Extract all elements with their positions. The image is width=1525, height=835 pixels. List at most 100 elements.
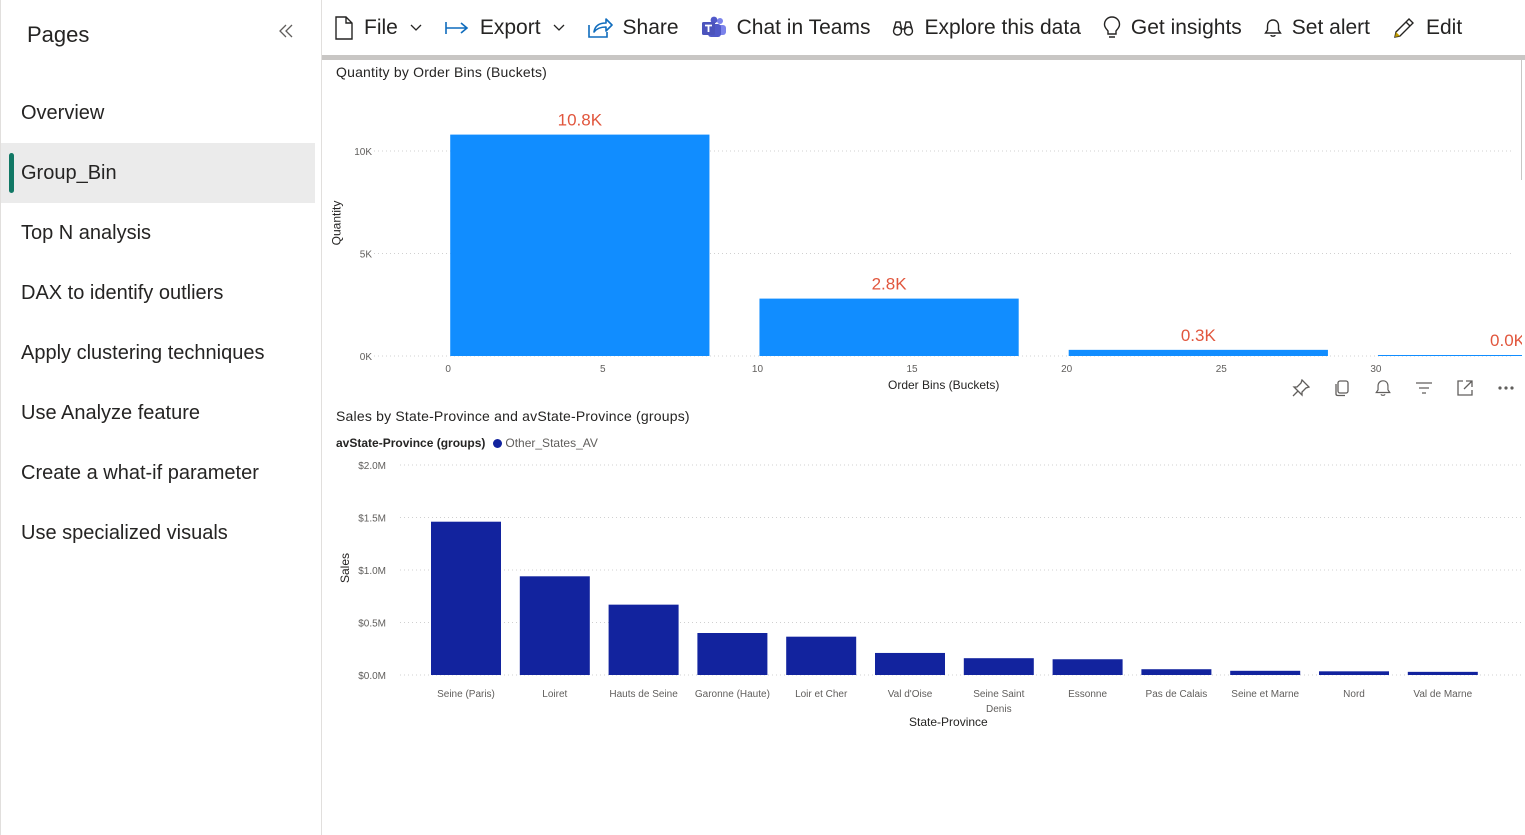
x-tick-label: Denis [986,704,1012,715]
get-insights-button[interactable]: Get insights [1103,8,1242,48]
visual-header [1280,378,1525,398]
y-tick-label: $1.5M [358,514,386,525]
chat-in-teams-button[interactable]: Chat in Teams [701,8,871,48]
bell-icon[interactable] [1362,378,1403,398]
page-tab-label: DAX to identify outliers [21,281,224,304]
page-list: Overview Group_Bin Top N analysis DAX to id… [1,83,315,563]
focus-mode-icon[interactable] [1444,378,1485,398]
quantity-by-order-bins-chart[interactable]: 0K 5K 10K 0 5 10 15 20 25 30 10.8K 2.8K 0.3K 0.0K [322,90,1522,410]
pencil-icon [1394,17,1414,38]
filter-icon[interactable] [1403,378,1444,398]
alert-label: Set alert [1291,15,1370,39]
export-label: Export [479,15,541,39]
pages-title: Pages [27,22,90,47]
page-tab[interactable]: Top N analysis [1,203,315,263]
toolbar: File Export Share Chat in Teams Explore … [322,0,1525,60]
x-tick-label: Garonne (Haute) [695,689,770,700]
x-tick-label: Seine Saint [973,689,1024,700]
x-tick-label: 0 [445,364,451,375]
file-icon [335,15,353,40]
page-tab[interactable]: Create a what-if parameter [1,443,315,503]
page-tab-label: Apply clustering techniques [21,341,265,364]
more-options-icon[interactable] [1485,378,1525,398]
chevron-down-icon [553,24,565,31]
legend-title: avState-Province (groups) [336,436,486,450]
file-label: File [364,15,398,39]
share-icon [587,17,613,38]
bar [519,576,590,675]
x-tick-label: 25 [1216,364,1228,375]
data-label: 2.8K [872,275,908,294]
x-tick-label: 10 [752,364,764,375]
page-tab[interactable]: Group_Bin [1,143,315,203]
x-tick-label: Loiret [542,689,567,700]
explore-data-button[interactable]: Explore this data [892,8,1081,48]
bar [786,636,857,675]
page-tab[interactable]: Use Analyze feature [1,383,315,443]
bar [1230,670,1301,675]
page-tab-label: Use specialized visuals [21,521,228,544]
y-tick-label: $0.5M [358,619,386,630]
x-tick-label: Hauts de Seine [609,689,678,700]
data-label: 10.8K [558,111,603,130]
bar [759,298,1019,356]
y-tick-label: 0K [360,352,373,363]
chart2-legend: avState-Province (groups) Other_States_A… [336,436,598,450]
edit-button[interactable]: Edit [1392,8,1462,48]
pages-pane: Pages Overview Group_Bin Top N analysis DAX… [0,0,322,835]
bar [875,652,945,675]
share-button[interactable]: Share [587,8,679,48]
bar [431,521,501,675]
y-tick-label: 10K [354,147,372,158]
chevron-down-icon [410,24,422,31]
collapse-pane-icon[interactable] [275,20,297,42]
copy-visual-icon[interactable] [1321,378,1362,398]
x-tick-label: Essonne [1068,689,1107,700]
set-alert-button[interactable]: Set alert [1263,8,1370,48]
sales-by-state-chart[interactable]: $0.0M $0.5M $1.0M $1.5M $2.0M Seine (Paris) Lo… [322,450,1522,720]
page-tab[interactable]: Apply clustering techniques [1,323,315,383]
share-label: Share [622,15,679,39]
bar [608,604,679,675]
bar [450,134,710,356]
page-tab-label: Create a what-if parameter [21,461,259,484]
report-canvas: Quantity by Order Bins (Buckets) Quantit… [322,60,1525,835]
y-tick-label: $1.0M [358,566,386,577]
chat-label: Chat in Teams [736,15,871,39]
bar [1319,671,1389,675]
file-menu-button[interactable]: File [334,8,422,48]
x-tick-label: Seine et Marne [1231,689,1299,700]
page-tab[interactable]: Overview [1,83,315,143]
chart1-title: Quantity by Order Bins (Buckets) [336,64,548,80]
chart2-title: Sales by State-Province and avState-Prov… [336,408,690,424]
explore-label: Explore this data [924,15,1081,39]
x-tick-label: Val de Marne [1413,689,1472,700]
page-tab[interactable]: Use specialized visuals [1,503,315,563]
active-page-indicator [9,153,14,193]
export-menu-button[interactable]: Export [444,8,565,48]
data-label: 0.3K [1181,326,1217,345]
page-tab[interactable]: DAX to identify outliers [1,263,315,323]
teams-icon [701,16,726,37]
x-tick-label: 20 [1061,364,1073,375]
y-tick-label: $0.0M [358,671,386,682]
bar [963,658,1034,675]
page-tab-label: Use Analyze feature [21,401,200,424]
x-tick-label: 15 [907,364,919,375]
x-tick-label: Seine (Paris) [437,689,495,700]
bar [1377,355,1522,356]
pin-icon[interactable] [1280,378,1321,398]
x-tick-label: Nord [1343,689,1365,700]
lightbulb-icon [1103,15,1121,38]
bar [1407,671,1478,675]
export-arrow-icon [445,21,469,34]
edit-label: Edit [1426,15,1463,39]
binoculars-icon [893,20,914,36]
x-tick-label: 30 [1370,364,1382,375]
legend-item[interactable]: Other_States_AV [505,436,598,450]
legend-swatch [493,438,503,448]
x-tick-label: Loir et Cher [795,689,848,700]
page-tab-label: Top N analysis [21,221,152,244]
page-tab-label: Group_Bin [21,161,117,184]
data-label: 0.0K [1490,331,1522,350]
